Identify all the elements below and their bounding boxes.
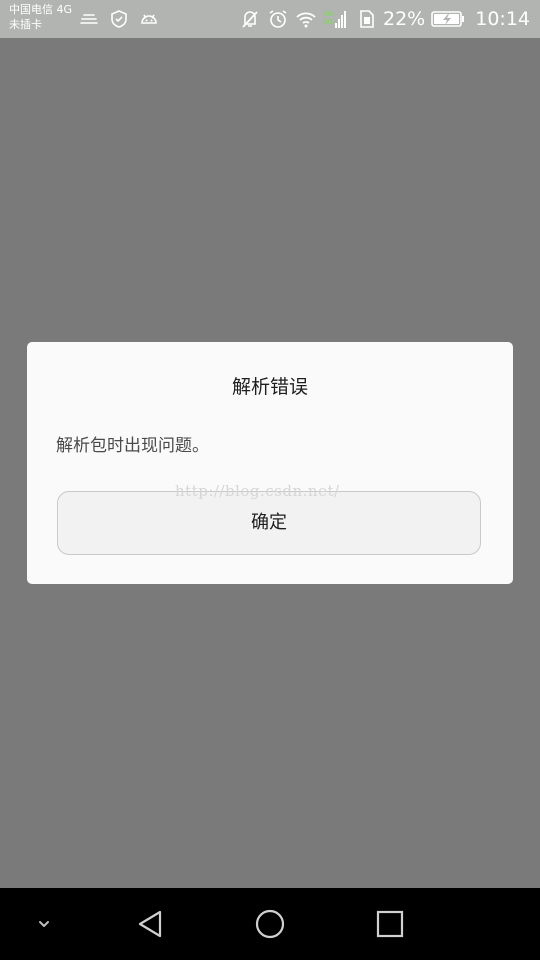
- wifi-icon: [295, 8, 317, 30]
- carrier-name: 中国电信 4G: [9, 3, 73, 16]
- cloud-icon: [78, 8, 100, 30]
- android-icon: [138, 8, 160, 30]
- dialog-message: 解析包时出现问题。: [56, 436, 209, 456]
- clock: 10:14: [475, 8, 530, 30]
- notification-icons: [78, 8, 160, 30]
- dialog-title: 解析错误: [231, 376, 308, 398]
- alarm-icon: [267, 8, 289, 30]
- sim-icon: [355, 8, 377, 30]
- carrier-info: 中国电信 4G 未插卡: [9, 2, 72, 32]
- recents-icon[interactable]: [372, 906, 408, 942]
- network-badge-4g: 4G: [323, 10, 333, 18]
- battery-percent: 22%: [383, 8, 426, 30]
- collapse-icon[interactable]: [26, 906, 62, 942]
- confirm-button[interactable]: 确定: [57, 491, 481, 555]
- sim-status: 未插卡: [9, 18, 42, 31]
- shield-check-icon: [108, 8, 130, 30]
- system-status-icons: 4G 2G 22% 10:14: [239, 6, 530, 32]
- battery-charging-icon: [431, 8, 465, 30]
- home-icon[interactable]: [252, 906, 288, 942]
- signal-icon: 4G 2G: [323, 8, 349, 30]
- parse-error-dialog: 解析错误 解析包时出现问题。 确定 http://blog.csdn.net/: [27, 342, 513, 584]
- back-icon[interactable]: [132, 906, 168, 942]
- navigation-bar: [0, 888, 540, 960]
- network-badge-2g: 2G: [323, 18, 333, 26]
- status-bar: 中国电信 4G 未插卡 4G 2G 22% 10:14: [0, 0, 540, 38]
- watermark-text: http://blog.csdn.net/: [175, 482, 340, 500]
- mute-icon: [239, 8, 261, 30]
